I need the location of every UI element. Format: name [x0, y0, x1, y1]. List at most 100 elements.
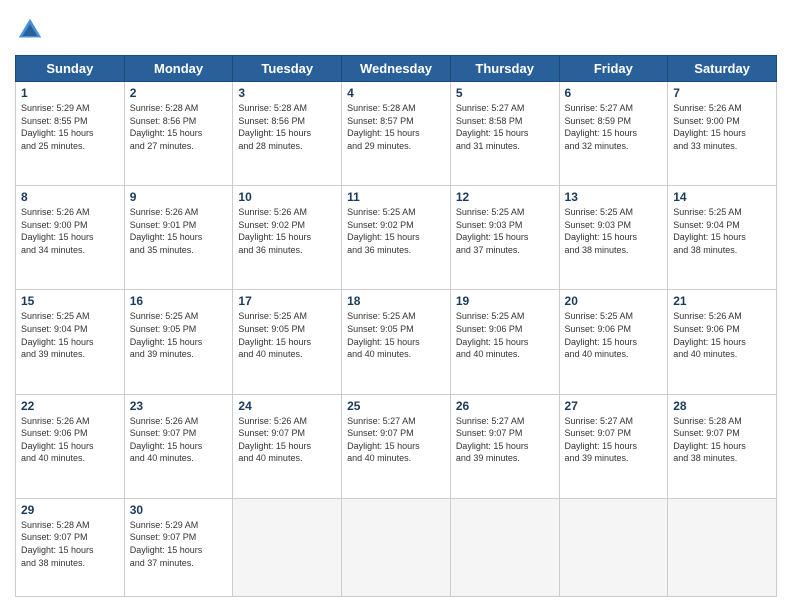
day-info: Sunrise: 5:27 AMSunset: 9:07 PMDaylight:… [456, 415, 554, 465]
calendar-cell: 18 Sunrise: 5:25 AMSunset: 9:05 PMDayligh… [342, 290, 451, 394]
day-number: 25 [347, 399, 445, 413]
calendar-header-row: SundayMondayTuesdayWednesdayThursdayFrid… [16, 56, 777, 82]
day-info: Sunrise: 5:25 AMSunset: 9:06 PMDaylight:… [456, 310, 554, 360]
day-info: Sunrise: 5:27 AMSunset: 9:07 PMDaylight:… [347, 415, 445, 465]
day-number: 22 [21, 399, 119, 413]
day-number: 18 [347, 294, 445, 308]
calendar-cell: 23Sunrise: 5:26 AMSunset: 9:07 PMDayligh… [124, 394, 233, 498]
day-info: Sunrise: 5:25 AMSunset: 9:04 PMDaylight:… [673, 206, 771, 256]
day-info: Sunrise: 5:28 AMSunset: 9:07 PMDaylight:… [21, 519, 119, 569]
day-number: 21 [673, 294, 771, 308]
calendar-cell: 12Sunrise: 5:25 AMSunset: 9:03 PMDayligh… [450, 186, 559, 290]
day-info: Sunrise: 5:28 AMSunset: 8:56 PMDaylight:… [130, 102, 228, 152]
calendar-cell [233, 498, 342, 596]
day-number: 5 [456, 86, 554, 100]
day-info: Sunrise: 5:26 AMSunset: 9:02 PMDaylight:… [238, 206, 336, 256]
calendar-week-row: 1 Sunrise: 5:29 AMSunset: 8:55 PMDaylight… [16, 82, 777, 186]
day-number: 14 [673, 190, 771, 204]
day-info: Sunrise: 5:26 AMSunset: 9:07 PMDaylight:… [238, 415, 336, 465]
day-number: 6 [565, 86, 663, 100]
day-number: 2 [130, 86, 228, 100]
day-info: Sunrise: 5:25 AMSunset: 9:02 PMDaylight:… [347, 206, 445, 256]
day-header-tuesday: Tuesday [233, 56, 342, 82]
day-info: Sunrise: 5:25 AMSunset: 9:04 PMDaylight:… [21, 310, 119, 360]
calendar-cell: 4Sunrise: 5:28 AMSunset: 8:57 PMDaylight… [342, 82, 451, 186]
day-number: 20 [565, 294, 663, 308]
calendar-cell: 26 Sunrise: 5:27 AMSunset: 9:07 PMDayligh… [450, 394, 559, 498]
calendar-cell: 9 Sunrise: 5:26 AMSunset: 9:01 PMDaylight… [124, 186, 233, 290]
calendar-cell: 16 Sunrise: 5:25 AMSunset: 9:05 PMDayligh… [124, 290, 233, 394]
calendar-week-row: 8 Sunrise: 5:26 AMSunset: 9:00 PMDaylight… [16, 186, 777, 290]
day-info: Sunrise: 5:25 AMSunset: 9:05 PMDaylight:… [130, 310, 228, 360]
day-header-monday: Monday [124, 56, 233, 82]
calendar-cell: 19 Sunrise: 5:25 AMSunset: 9:06 PMDayligh… [450, 290, 559, 394]
day-header-sunday: Sunday [16, 56, 125, 82]
calendar-cell: 15 Sunrise: 5:25 AMSunset: 9:04 PMDayligh… [16, 290, 125, 394]
calendar-cell: 22 Sunrise: 5:26 AMSunset: 9:06 PMDayligh… [16, 394, 125, 498]
day-number: 7 [673, 86, 771, 100]
day-info: Sunrise: 5:25 AMSunset: 9:03 PMDaylight:… [565, 206, 663, 256]
calendar-week-row: 15 Sunrise: 5:25 AMSunset: 9:04 PMDayligh… [16, 290, 777, 394]
day-header-thursday: Thursday [450, 56, 559, 82]
day-info: Sunrise: 5:29 AMSunset: 8:55 PMDaylight:… [21, 102, 119, 152]
day-info: Sunrise: 5:25 AMSunset: 9:03 PMDaylight:… [456, 206, 554, 256]
day-number: 27 [565, 399, 663, 413]
day-number: 19 [456, 294, 554, 308]
day-number: 28 [673, 399, 771, 413]
calendar-cell: 11 Sunrise: 5:25 AMSunset: 9:02 PMDayligh… [342, 186, 451, 290]
day-number: 26 [456, 399, 554, 413]
day-number: 16 [130, 294, 228, 308]
calendar-body: 1 Sunrise: 5:29 AMSunset: 8:55 PMDaylight… [16, 82, 777, 597]
calendar-cell: 1 Sunrise: 5:29 AMSunset: 8:55 PMDaylight… [16, 82, 125, 186]
day-info: Sunrise: 5:26 AMSunset: 9:06 PMDaylight:… [673, 310, 771, 360]
page: SundayMondayTuesdayWednesdayThursdayFrid… [0, 0, 792, 612]
day-info: Sunrise: 5:26 AMSunset: 9:00 PMDaylight:… [673, 102, 771, 152]
day-number: 24 [238, 399, 336, 413]
calendar-cell [342, 498, 451, 596]
calendar-cell: 24 Sunrise: 5:26 AMSunset: 9:07 PMDayligh… [233, 394, 342, 498]
calendar-cell: 20Sunrise: 5:25 AMSunset: 9:06 PMDayligh… [559, 290, 668, 394]
day-info: Sunrise: 5:29 AMSunset: 9:07 PMDaylight:… [130, 519, 228, 569]
day-number: 15 [21, 294, 119, 308]
day-number: 3 [238, 86, 336, 100]
day-info: Sunrise: 5:27 AMSunset: 9:07 PMDaylight:… [565, 415, 663, 465]
day-number: 1 [21, 86, 119, 100]
calendar-week-row: 29 Sunrise: 5:28 AMSunset: 9:07 PMDayligh… [16, 498, 777, 596]
calendar-cell [559, 498, 668, 596]
calendar-table: SundayMondayTuesdayWednesdayThursdayFrid… [15, 55, 777, 597]
calendar-cell [450, 498, 559, 596]
logo-icon [15, 15, 45, 45]
day-info: Sunrise: 5:26 AMSunset: 9:07 PMDaylight:… [130, 415, 228, 465]
day-info: Sunrise: 5:26 AMSunset: 9:00 PMDaylight:… [21, 206, 119, 256]
calendar-cell: 7 Sunrise: 5:26 AMSunset: 9:00 PMDaylight… [668, 82, 777, 186]
calendar-cell: 27 Sunrise: 5:27 AMSunset: 9:07 PMDayligh… [559, 394, 668, 498]
calendar-cell: 10 Sunrise: 5:26 AMSunset: 9:02 PMDayligh… [233, 186, 342, 290]
calendar-cell [668, 498, 777, 596]
day-number: 8 [21, 190, 119, 204]
day-info: Sunrise: 5:28 AMSunset: 8:56 PMDaylight:… [238, 102, 336, 152]
day-info: Sunrise: 5:28 AMSunset: 9:07 PMDaylight:… [673, 415, 771, 465]
day-number: 29 [21, 503, 119, 517]
day-number: 11 [347, 190, 445, 204]
day-number: 9 [130, 190, 228, 204]
calendar-cell: 6 Sunrise: 5:27 AMSunset: 8:59 PMDaylight… [559, 82, 668, 186]
day-header-friday: Friday [559, 56, 668, 82]
day-header-wednesday: Wednesday [342, 56, 451, 82]
calendar-cell: 3 Sunrise: 5:28 AMSunset: 8:56 PMDaylight… [233, 82, 342, 186]
calendar-cell: 5Sunrise: 5:27 AMSunset: 8:58 PMDaylight… [450, 82, 559, 186]
calendar-cell: 2 Sunrise: 5:28 AMSunset: 8:56 PMDaylight… [124, 82, 233, 186]
calendar-cell: 21 Sunrise: 5:26 AMSunset: 9:06 PMDayligh… [668, 290, 777, 394]
day-info: Sunrise: 5:26 AMSunset: 9:06 PMDaylight:… [21, 415, 119, 465]
day-number: 17 [238, 294, 336, 308]
day-info: Sunrise: 5:26 AMSunset: 9:01 PMDaylight:… [130, 206, 228, 256]
day-number: 13 [565, 190, 663, 204]
calendar-cell: 25 Sunrise: 5:27 AMSunset: 9:07 PMDayligh… [342, 394, 451, 498]
day-info: Sunrise: 5:28 AMSunset: 8:57 PMDaylight:… [347, 102, 445, 152]
calendar-cell: 17Sunrise: 5:25 AMSunset: 9:05 PMDayligh… [233, 290, 342, 394]
day-number: 30 [130, 503, 228, 517]
day-info: Sunrise: 5:25 AMSunset: 9:05 PMDaylight:… [347, 310, 445, 360]
day-number: 10 [238, 190, 336, 204]
day-info: Sunrise: 5:27 AMSunset: 8:59 PMDaylight:… [565, 102, 663, 152]
calendar-week-row: 22 Sunrise: 5:26 AMSunset: 9:06 PMDayligh… [16, 394, 777, 498]
calendar-cell: 14 Sunrise: 5:25 AMSunset: 9:04 PMDayligh… [668, 186, 777, 290]
